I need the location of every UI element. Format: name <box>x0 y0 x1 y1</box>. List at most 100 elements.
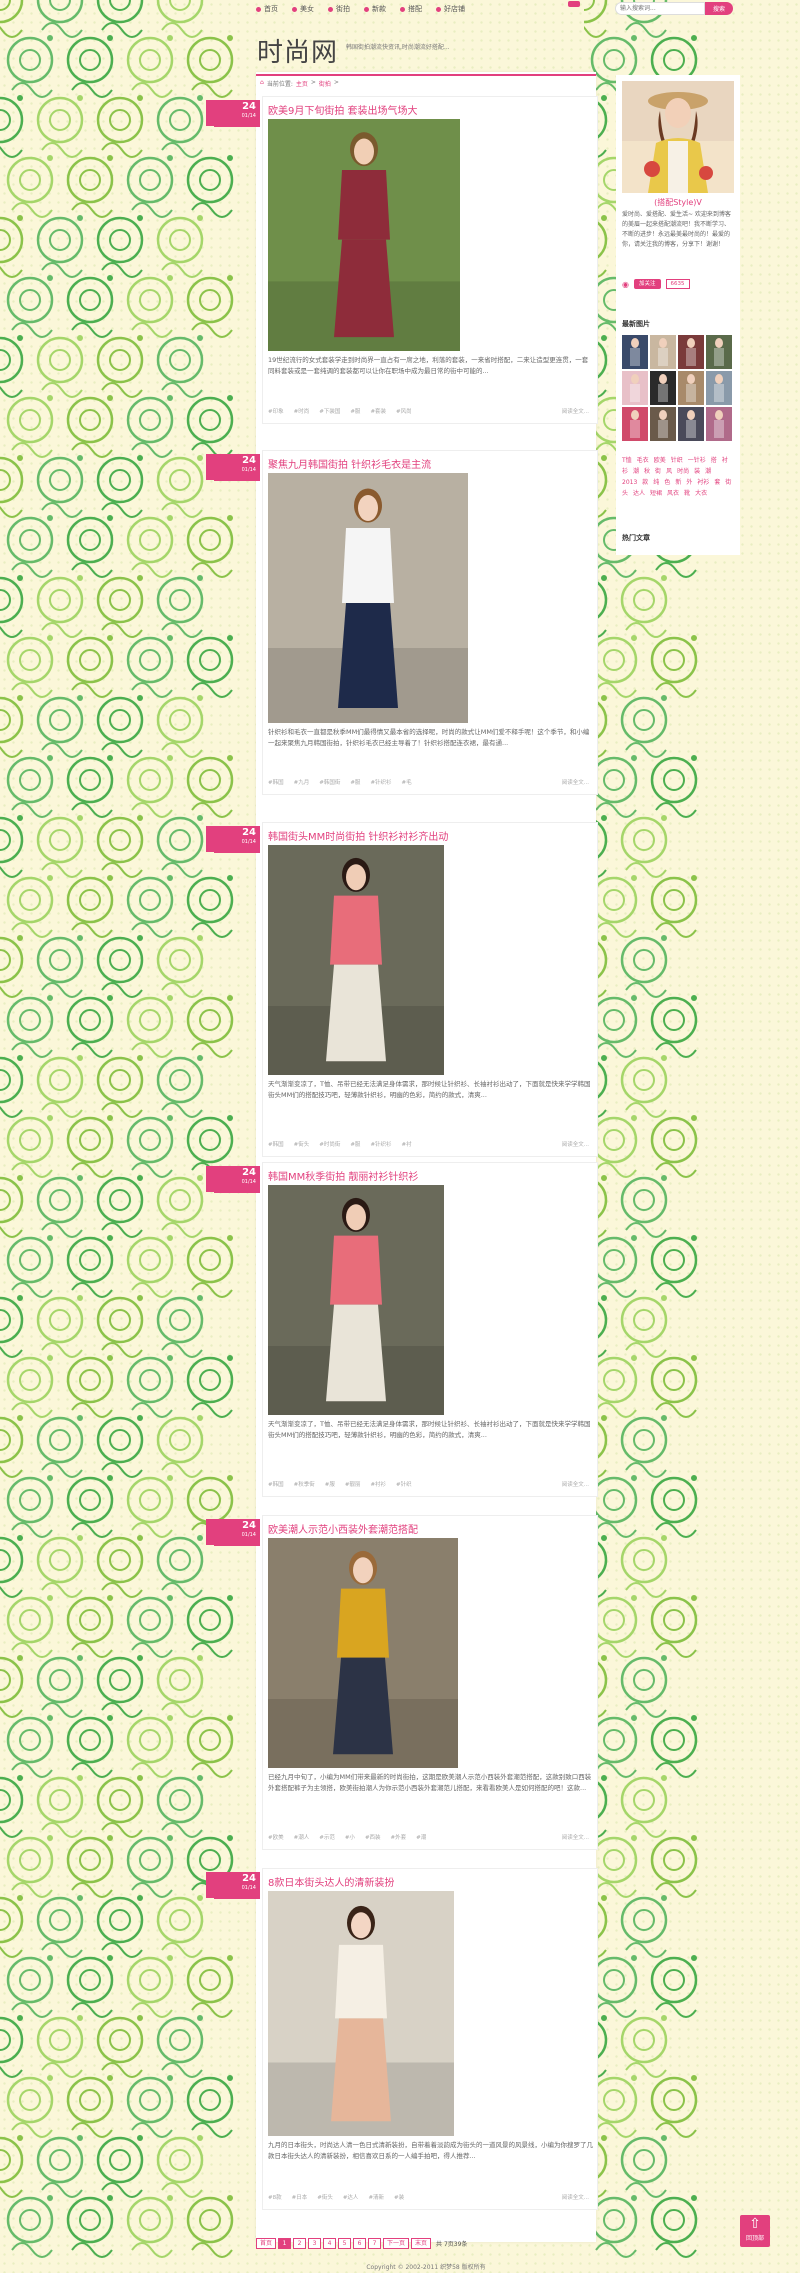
tag-cloud-link[interactable]: 衬衫 <box>697 479 709 486</box>
post-title-link[interactable]: 欧美9月下旬街拍 套装出场气场大 <box>268 102 418 117</box>
tag-cloud-link[interactable]: 一针衫 <box>688 457 706 464</box>
post-tag-link[interactable]: #服 <box>350 778 360 786</box>
post-tag-link[interactable]: #针织 <box>396 1480 412 1488</box>
recent-photo-thumbnail[interactable] <box>622 371 648 405</box>
post-title-link[interactable]: 韩国街头MM时尚街拍 针织衫衬衫齐出动 <box>268 828 448 843</box>
tag-cloud-link[interactable]: 外 <box>686 479 692 486</box>
post-tag-link[interactable]: #韩国 <box>268 1480 284 1488</box>
post-tag-link[interactable]: #清新 <box>368 2193 384 2201</box>
tag-cloud-link[interactable]: 套 <box>714 479 720 486</box>
post-tag-link[interactable]: #下装国 <box>319 407 340 415</box>
tag-cloud-link[interactable]: 秋 <box>644 468 650 475</box>
post-photo[interactable] <box>268 845 444 1075</box>
page-next-button[interactable]: 下一页 <box>383 2238 410 2249</box>
tag-cloud-link[interactable]: 毛衣 <box>637 457 649 464</box>
recent-photo-thumbnail[interactable] <box>706 335 732 369</box>
post-tag-link[interactable]: #九月 <box>294 778 310 786</box>
post-tag-link[interactable]: #日本 <box>292 2193 308 2201</box>
tag-cloud-link[interactable]: 新 <box>675 479 681 486</box>
post-tag-link[interactable]: #街头 <box>294 1140 310 1148</box>
page-first-button[interactable]: 首页 <box>256 2238 277 2249</box>
tag-cloud-link[interactable]: 纯 <box>653 479 659 486</box>
post-tag-link[interactable]: #服 <box>350 1140 360 1148</box>
tag-cloud-link[interactable]: T恤 <box>622 457 632 464</box>
search-button[interactable]: 搜索 <box>705 2 733 15</box>
post-tag-link[interactable]: #衬 <box>402 1140 412 1148</box>
post-photo[interactable] <box>268 473 468 723</box>
recent-photo-thumbnail[interactable] <box>678 335 704 369</box>
recent-photo-thumbnail[interactable] <box>706 407 732 441</box>
tag-cloud-link[interactable]: 色 <box>664 479 670 486</box>
nav-item-home[interactable]: 首页 <box>256 4 278 14</box>
post-tag-link[interactable]: #风尚 <box>396 407 412 415</box>
post-photo[interactable] <box>268 1538 458 1768</box>
post-tag-link[interactable]: #韩国街 <box>319 778 340 786</box>
post-title-link[interactable]: 欧美潮人示范小西装外套潮范搭配 <box>268 1521 418 1536</box>
breadcrumb-current-link[interactable]: 街拍 <box>319 79 331 88</box>
nav-item-new[interactable]: 新款 <box>364 4 386 14</box>
post-tag-link[interactable]: #靓丽 <box>345 1480 361 1488</box>
post-title-link[interactable]: 8款日本街头达人的清新装扮 <box>268 1874 394 1889</box>
post-tag-link[interactable]: #西装 <box>365 1833 381 1841</box>
tag-cloud-link[interactable]: 大衣 <box>695 490 707 497</box>
post-tag-link[interactable]: #小 <box>345 1833 355 1841</box>
breadcrumb-home-link[interactable]: 主页 <box>296 79 308 88</box>
page-number-button[interactable]: 4 <box>323 2238 337 2249</box>
follow-button[interactable]: 加关注 <box>633 279 661 289</box>
post-tag-link[interactable]: #印象 <box>268 407 284 415</box>
post-tag-link[interactable]: #韩国 <box>268 1140 284 1148</box>
post-tag-link[interactable]: #潮 <box>416 1833 426 1841</box>
post-photo[interactable] <box>268 119 460 351</box>
post-tag-link[interactable]: #达人 <box>343 2193 359 2201</box>
nav-item-match[interactable]: 搭配 <box>400 4 422 14</box>
post-tag-link[interactable]: #针织衫 <box>370 778 391 786</box>
tag-cloud-link[interactable]: 短裙 <box>650 490 662 497</box>
post-tag-link[interactable]: #毛 <box>402 778 412 786</box>
page-number-button[interactable]: 7 <box>368 2238 382 2249</box>
tag-cloud-link[interactable]: 达人 <box>633 490 645 497</box>
post-tag-link[interactable]: #时尚 <box>294 407 310 415</box>
post-tag-link[interactable]: #韩国 <box>268 778 284 786</box>
page-number-button[interactable]: 2 <box>293 2238 307 2249</box>
read-more-link[interactable]: 阅读全文... <box>562 1140 589 1148</box>
nav-item-beauty[interactable]: 美女 <box>292 4 314 14</box>
page-number-button[interactable]: 1 <box>278 2238 292 2249</box>
tag-cloud-link[interactable]: 针织 <box>671 457 683 464</box>
post-title-link[interactable]: 韩国MM秋季街拍 靓丽衬衫针织衫 <box>268 1168 418 1183</box>
recent-photo-thumbnail[interactable] <box>678 371 704 405</box>
read-more-link[interactable]: 阅读全文... <box>562 778 589 786</box>
post-tag-link[interactable]: #示范 <box>319 1833 335 1841</box>
post-tag-link[interactable]: #服 <box>350 407 360 415</box>
tag-cloud-link[interactable]: 风 <box>666 468 672 475</box>
tag-cloud-link[interactable]: 欧美 <box>654 457 666 464</box>
tag-cloud-link[interactable]: 风衣 <box>667 490 679 497</box>
read-more-link[interactable]: 阅读全文... <box>562 1480 589 1488</box>
nav-item-shops[interactable]: 好店铺 <box>436 4 465 14</box>
back-to-top-button[interactable]: ⇧ 回顶部 <box>740 2215 770 2247</box>
recent-photo-thumbnail[interactable] <box>622 407 648 441</box>
post-tag-link[interactable]: #衬衫 <box>370 1480 386 1488</box>
post-tag-link[interactable]: #装 <box>394 2193 404 2201</box>
page-number-button[interactable]: 3 <box>308 2238 322 2249</box>
post-photo[interactable] <box>268 1185 444 1415</box>
read-more-link[interactable]: 阅读全文... <box>562 2193 589 2201</box>
post-tag-link[interactable]: #街头 <box>317 2193 333 2201</box>
tag-cloud-link[interactable]: 潮 <box>633 468 639 475</box>
profile-photo[interactable] <box>622 81 734 193</box>
recent-photo-thumbnail[interactable] <box>650 371 676 405</box>
tag-cloud-link[interactable]: 靴 <box>684 490 690 497</box>
tag-cloud-link[interactable]: 街 <box>655 468 661 475</box>
site-logo[interactable]: 时尚网 <box>257 32 338 69</box>
recent-photo-thumbnail[interactable] <box>678 407 704 441</box>
read-more-link[interactable]: 阅读全文... <box>562 1833 589 1841</box>
page-last-button[interactable]: 末页 <box>411 2238 432 2249</box>
tag-cloud-link[interactable]: 搭 <box>711 457 717 464</box>
nav-item-street[interactable]: 街拍 <box>328 4 350 14</box>
tag-cloud-link[interactable]: 潮 <box>705 468 711 475</box>
tag-cloud-link[interactable]: 时尚 <box>677 468 689 475</box>
page-number-button[interactable]: 5 <box>338 2238 352 2249</box>
recent-photo-thumbnail[interactable] <box>650 335 676 369</box>
post-tag-link[interactable]: #套装 <box>370 407 386 415</box>
post-photo[interactable] <box>268 1891 454 2136</box>
post-tag-link[interactable]: #外套 <box>391 1833 407 1841</box>
